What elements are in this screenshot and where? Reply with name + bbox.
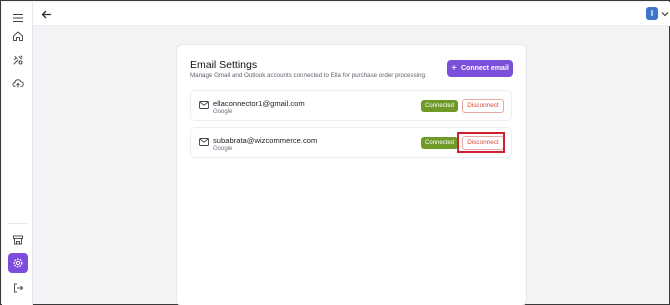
email-settings-card: Email Settings Manage Gmail and Outlook … <box>176 44 527 305</box>
disconnect-button[interactable]: Disconnect <box>462 136 504 150</box>
plus-icon: + <box>451 62 457 74</box>
topbar: I <box>33 2 670 26</box>
avatar[interactable]: I <box>646 7 658 20</box>
menu-icon[interactable] <box>8 8 28 28</box>
mail-icon <box>199 138 209 146</box>
status-badge: Connected <box>421 100 458 112</box>
sidebar-divider <box>8 223 28 224</box>
connect-email-button[interactable]: + Connect email <box>447 60 513 77</box>
store-icon[interactable] <box>8 230 28 250</box>
list-item: subabrata@wizcommerce.com Google Connect… <box>190 127 512 158</box>
tools-icon[interactable] <box>8 50 28 70</box>
list-item: ellaconnector1@gmail.com Google Connecte… <box>190 90 512 121</box>
account-provider: Google <box>213 146 233 152</box>
gear-icon[interactable] <box>8 253 28 273</box>
mail-icon <box>199 101 209 109</box>
chevron-down-icon[interactable] <box>661 10 669 18</box>
logout-icon[interactable] <box>8 278 28 298</box>
page-title: Email Settings <box>190 59 258 71</box>
disconnect-button[interactable]: Disconnect <box>462 99 504 113</box>
connect-email-label: Connect email <box>460 65 509 72</box>
account-provider: Google <box>213 109 233 115</box>
sidebar <box>2 2 33 305</box>
page-subtitle: Manage Gmail and Outlook accounts connec… <box>190 72 427 79</box>
account-email: subabrata@wizcommerce.com <box>213 136 318 145</box>
home-icon[interactable] <box>8 26 28 46</box>
upload-cloud-icon[interactable] <box>8 73 28 93</box>
account-email: ellaconnector1@gmail.com <box>213 99 305 108</box>
status-badge: Connected <box>421 137 458 149</box>
app-window: I Email Settings Manage Gmail and Outloo… <box>0 0 670 305</box>
arrow-left-icon[interactable] <box>39 7 53 21</box>
